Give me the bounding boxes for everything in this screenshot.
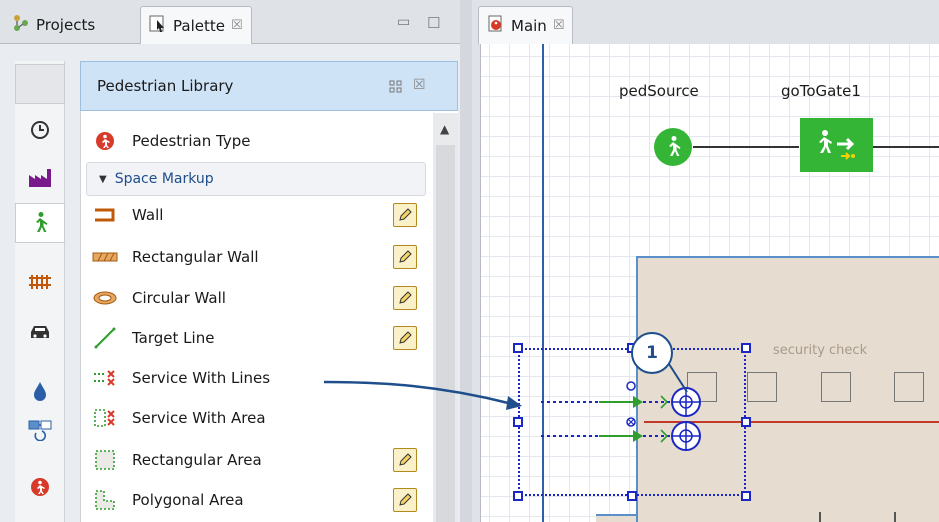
palette-item-label: Circular Wall [132,289,226,307]
section-label: Space Markup [114,171,214,187]
marker-tick [894,512,896,522]
library-close-icon[interactable]: ☒ [413,77,426,93]
callout-number: 1 [646,343,658,363]
tab-main[interactable]: Main ☒ [478,6,574,44]
pedestrian-arrow-icon [818,130,855,160]
service-with-area-icon [92,407,118,429]
service-with-lines-icon [92,367,118,389]
agent-icon[interactable] [15,410,65,450]
tab-main-label: Main [511,16,547,35]
pedestrian-type-icon[interactable] [15,467,65,507]
pencil-icon[interactable] [393,203,417,227]
block-label-pedsource: pedSource [619,82,699,100]
selection-handle[interactable] [513,343,523,353]
pedestrian-icon[interactable] [15,203,65,243]
editor-canvas[interactable]: security check pedSource goToGate1 1 [480,44,939,522]
factory-icon[interactable] [15,158,65,198]
timer-icon[interactable] [15,110,65,150]
pencil-icon[interactable] [393,448,417,472]
area-step-edge [596,514,638,522]
palette-item-target-line[interactable]: Target Line [92,322,214,354]
annotation-arrow [323,380,522,410]
connector-line [873,146,939,148]
wall-icon [92,204,118,226]
rectangular-wall-icon [92,246,118,268]
polygonal-area-icon [92,489,118,511]
marker-tick [819,512,821,522]
close-icon[interactable]: ☒ [231,18,243,33]
service-point [747,372,777,402]
palette-item-polygonal-area[interactable]: Polygonal Area [92,484,244,516]
palette-item-label: Pedestrian Type [132,132,251,150]
scroll-thumb[interactable] [436,145,455,522]
pencil-icon[interactable] [393,488,417,512]
selection-handle[interactable] [627,491,637,501]
maximize-icon[interactable]: ☐ [427,14,440,32]
palette-item-rectangular-wall[interactable]: Rectangular Wall [92,241,259,273]
palette-item-service-with-lines[interactable]: Service With Lines [92,362,270,394]
blank-icon[interactable] [15,64,65,104]
palette-icon [149,15,167,37]
minimize-icon[interactable]: ▭ [397,14,410,30]
go-to-gate-block[interactable] [800,118,873,172]
callout-badge: 1 [631,332,673,374]
palette-item-label: Service With Lines [132,369,271,387]
connector-line [693,146,799,148]
close-icon[interactable]: ☒ [553,18,565,33]
selection-handle[interactable] [741,491,751,501]
tab-projects-label: Projects [36,16,96,34]
tab-palette-label: Palette [173,16,225,35]
pedestrian-type-icon [92,130,118,152]
library-layout-icon[interactable] [389,80,403,98]
triangle-down-icon: ▼ [99,173,107,185]
projects-icon [12,14,30,36]
selection-handle[interactable] [741,417,751,427]
fluid-drop-icon[interactable] [15,372,65,412]
rectangular-area-icon [92,449,118,471]
tab-palette[interactable]: Palette ☒ [140,6,252,44]
palette-item-label: Service With Area [132,409,266,427]
palette-item-label: Target Line [132,329,215,347]
palette-item-label: Wall [132,206,164,224]
palette-item-label: Rectangular Wall [132,248,259,266]
selection-handle[interactable] [513,491,523,501]
palette-item-wall[interactable]: Wall [92,199,163,231]
palette-item-rectangular-area[interactable]: Rectangular Area [92,444,262,476]
library-title: Pedestrian Library [97,77,234,95]
pencil-icon[interactable] [393,326,417,350]
scroll-up-icon[interactable]: ▲ [440,122,449,136]
palette-item-pedestrian-type[interactable]: Pedestrian Type [92,125,250,157]
selection-handle[interactable] [741,343,751,353]
left-panel: Projects Palette ☒ ▭ ☐ Pedestrian Librar… [0,0,460,522]
palette-item-service-with-area[interactable]: Service With Area [92,402,266,434]
tab-projects[interactable]: Projects [4,8,103,42]
palette-item-label: Polygonal Area [132,491,244,509]
section-space-markup[interactable]: ▼ Space Markup [86,162,426,196]
palette-item-circular-wall[interactable]: Circular Wall [92,282,226,314]
service-point [894,372,924,402]
target-line-icon [92,327,118,349]
area-label: security check [773,343,868,358]
pencil-icon[interactable] [393,286,417,310]
block-label-gotogate1: goToGate1 [781,82,861,100]
ped-source-block[interactable] [654,128,692,166]
pencil-icon[interactable] [393,245,417,269]
circular-wall-icon [92,287,118,309]
pedestrian-icon [669,136,681,156]
car-icon[interactable] [15,312,65,352]
main-agent-icon [487,15,505,37]
rail-icon[interactable] [15,262,65,302]
service-point [821,372,851,402]
palette-item-label: Rectangular Area [132,451,262,469]
